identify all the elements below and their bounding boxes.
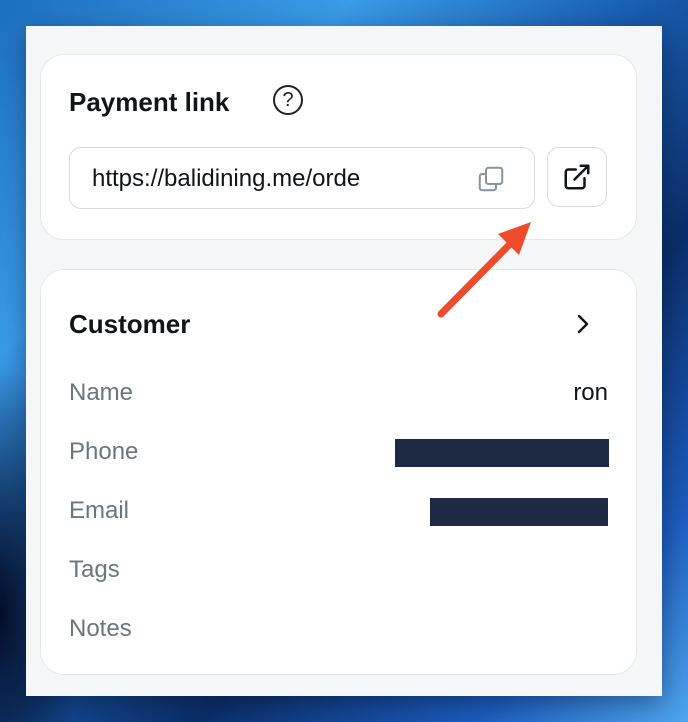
payment-link-url[interactable]: https://balidining.me/orde [92,165,388,193]
email-value-redacted [430,498,608,526]
open-link-button[interactable] [547,147,607,207]
tags-label: Tags [69,556,120,583]
phone-label: Phone [69,438,139,465]
customer-title: Customer [69,309,191,339]
copy-icon[interactable] [476,164,506,194]
customer-card: Customer Name ron Phone Email Tags Notes [40,269,637,675]
email-label: Email [69,497,130,524]
phone-value-redacted [395,439,609,467]
chevron-right-icon[interactable] [571,312,595,336]
external-link-icon [564,164,590,190]
order-side-panel: Payment link ? https://balidining.me/ord… [26,26,662,696]
notes-label: Notes [69,615,132,642]
name-value: ron [573,379,608,406]
name-label: Name [69,379,134,406]
help-icon[interactable]: ? [273,85,303,115]
payment-link-title: Payment link [69,87,230,117]
payment-link-field[interactable]: https://balidining.me/orde [69,147,535,209]
payment-link-card: Payment link ? https://balidining.me/ord… [40,54,637,240]
